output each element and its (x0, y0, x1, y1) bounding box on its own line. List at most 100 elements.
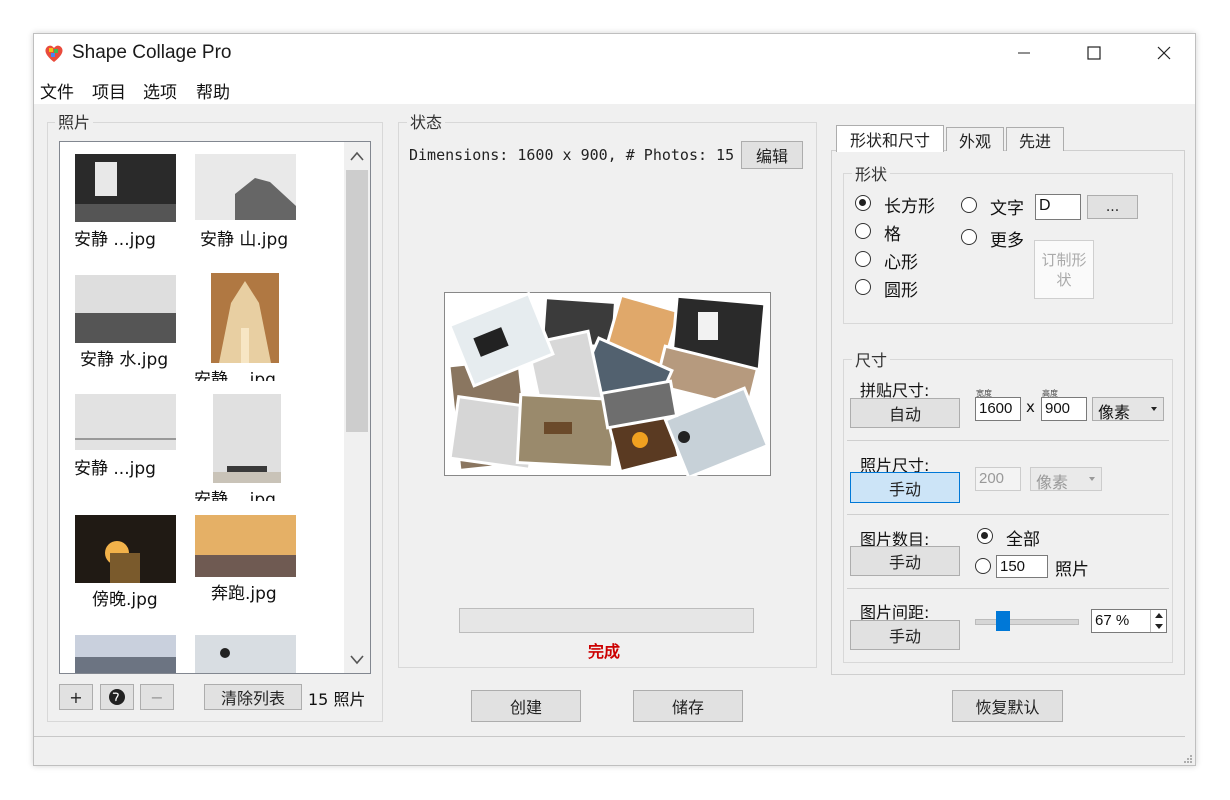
photo-name-1: 安静 ...jpg (74, 230, 156, 250)
size-group-label: 尺寸 (852, 347, 891, 371)
spacing-spinner[interactable] (1150, 610, 1167, 632)
chevron-down-icon (1151, 407, 1157, 411)
label-rectangle: 长方形 (884, 197, 935, 217)
tab-shape-size[interactable]: 形状和尺寸 (836, 125, 944, 152)
close-icon (1157, 46, 1171, 60)
photo-size-input[interactable]: 200 (975, 467, 1021, 491)
divider (847, 514, 1169, 515)
minimize-icon (1018, 52, 1030, 54)
app-logo-icon (45, 45, 63, 62)
tab-advanced[interactable]: 先进 (1006, 127, 1064, 151)
collage-size-auto-button[interactable]: 自动 (850, 398, 960, 428)
size-x-separator: x (1026, 398, 1035, 416)
collage-unit-select[interactable]: 像素 (1092, 397, 1164, 422)
label-all-photos: 全部 (1006, 530, 1040, 550)
photo-unit-select[interactable]: 像素 (1030, 467, 1102, 492)
chevron-down-icon (1089, 477, 1095, 481)
status-bar-divider (34, 736, 1185, 737)
collage-unit-value: 像素 (1098, 403, 1131, 422)
font-browse-button[interactable]: ... (1087, 195, 1138, 219)
photo-name-5: 安静 ...jpg (74, 459, 156, 479)
spinner-arrows-icon (1155, 613, 1163, 629)
radio-all-photos[interactable] (977, 528, 993, 544)
photo-thumbnail-10[interactable] (195, 635, 296, 674)
label-heart: 心形 (884, 253, 918, 273)
dimensions-text: Dimensions: 1600 x 900, # Photos: 15 (409, 146, 735, 164)
divider (847, 440, 1169, 441)
save-button[interactable]: 储存 (633, 690, 743, 722)
photo-name-7: 傍晚.jpg (92, 590, 158, 610)
radio-text[interactable] (961, 197, 977, 213)
photo-size-manual-button[interactable]: 手动 (850, 472, 960, 503)
photo-thumbnail-5[interactable] (75, 394, 176, 450)
photo-thumbnail-3[interactable] (75, 275, 176, 343)
photo-name-3: 安静 水.jpg (80, 350, 169, 370)
create-button[interactable]: 创建 (471, 690, 581, 722)
photo-unit-value: 像素 (1036, 473, 1069, 492)
progress-bar (459, 608, 754, 633)
spacing-slider-thumb[interactable] (996, 611, 1010, 631)
photo-thumbnail-6[interactable] (213, 394, 281, 483)
photo-thumbnail-8[interactable] (195, 515, 296, 577)
label-circle: 圆形 (884, 281, 918, 301)
radio-grid[interactable] (855, 223, 871, 239)
radio-heart[interactable] (855, 251, 871, 267)
photo-count-input[interactable]: 150 (996, 555, 1048, 578)
divider (847, 588, 1169, 589)
clear-list-button[interactable]: 清除列表 (204, 684, 302, 710)
photos-group-label: 照片 (55, 109, 94, 133)
close-button[interactable] (1141, 34, 1187, 72)
scroll-up-icon[interactable] (349, 150, 365, 162)
status-group-label: 状态 (407, 109, 446, 133)
custom-shape-button[interactable]: 订制形状 (1034, 240, 1094, 299)
photo-name-8: 奔跑.jpg (211, 584, 277, 604)
tab-appearance[interactable]: 外观 (946, 127, 1004, 151)
photo-name-4: 安静 ...jpg (194, 370, 276, 381)
photo-count-manual-button[interactable]: 手动 (850, 546, 960, 576)
shape-group-label: 形状 (852, 161, 891, 185)
restore-defaults-button[interactable]: 恢复默认 (952, 690, 1063, 722)
globe-icon (109, 689, 125, 705)
menu-project[interactable]: 项目 (92, 78, 126, 103)
width-input[interactable]: 1600 (975, 397, 1021, 421)
label-text: 文字 (990, 199, 1024, 219)
photo-thumbnail-1[interactable] (75, 154, 176, 222)
photo-name-2: 安静 山.jpg (200, 230, 289, 250)
edit-button[interactable]: 编辑 (741, 141, 803, 169)
label-grid: 格 (884, 225, 901, 245)
menu-options[interactable]: 选项 (143, 78, 177, 103)
remove-photo-button[interactable]: − (140, 684, 174, 710)
add-photo-button[interactable]: + (59, 684, 93, 710)
menu-bar: 文件 项目 选项 帮助 (34, 72, 1195, 104)
resize-grip-icon[interactable] (1183, 754, 1193, 764)
label-more: 更多 (990, 231, 1024, 251)
status-text: 完成 (588, 642, 621, 661)
add-web-photo-button[interactable] (100, 684, 134, 710)
minimize-button[interactable] (1001, 34, 1047, 72)
spacing-manual-button[interactable]: 手动 (850, 620, 960, 650)
scroll-down-icon[interactable] (349, 654, 365, 666)
radio-rectangle[interactable] (855, 195, 871, 211)
photo-list[interactable]: 安静 ...jpg 安静 山.jpg 安静 水.jpg 安静 ...jpg 安静… (59, 141, 371, 674)
photo-name-6: 安静 ...jpg (194, 490, 276, 501)
height-input[interactable]: 900 (1041, 397, 1087, 421)
maximize-icon (1087, 46, 1101, 60)
maximize-button[interactable] (1071, 34, 1117, 72)
app-window: Shape Collage Pro 文件 项目 选项 帮助 照片 安静 ...j… (33, 33, 1196, 766)
photo-count-unit: 照片 (1055, 560, 1089, 580)
radio-photo-count[interactable] (975, 558, 991, 574)
photo-thumbnail-7[interactable] (75, 515, 176, 583)
radio-more[interactable] (961, 229, 977, 245)
menu-help[interactable]: 帮助 (196, 78, 230, 103)
radio-circle[interactable] (855, 279, 871, 295)
photo-count-text: 15 照片 (308, 690, 366, 709)
menu-file[interactable]: 文件 (40, 78, 74, 103)
spacing-slider-track[interactable] (975, 619, 1079, 625)
photo-thumbnail-2[interactable] (195, 154, 296, 220)
scrollbar-thumb[interactable] (346, 170, 368, 432)
photo-thumbnail-4[interactable] (211, 273, 279, 363)
photo-thumbnail-9[interactable] (75, 635, 176, 674)
text-shape-input[interactable]: D (1035, 194, 1081, 220)
window-title: Shape Collage Pro (72, 42, 232, 63)
title-bar[interactable]: Shape Collage Pro (34, 34, 1195, 72)
